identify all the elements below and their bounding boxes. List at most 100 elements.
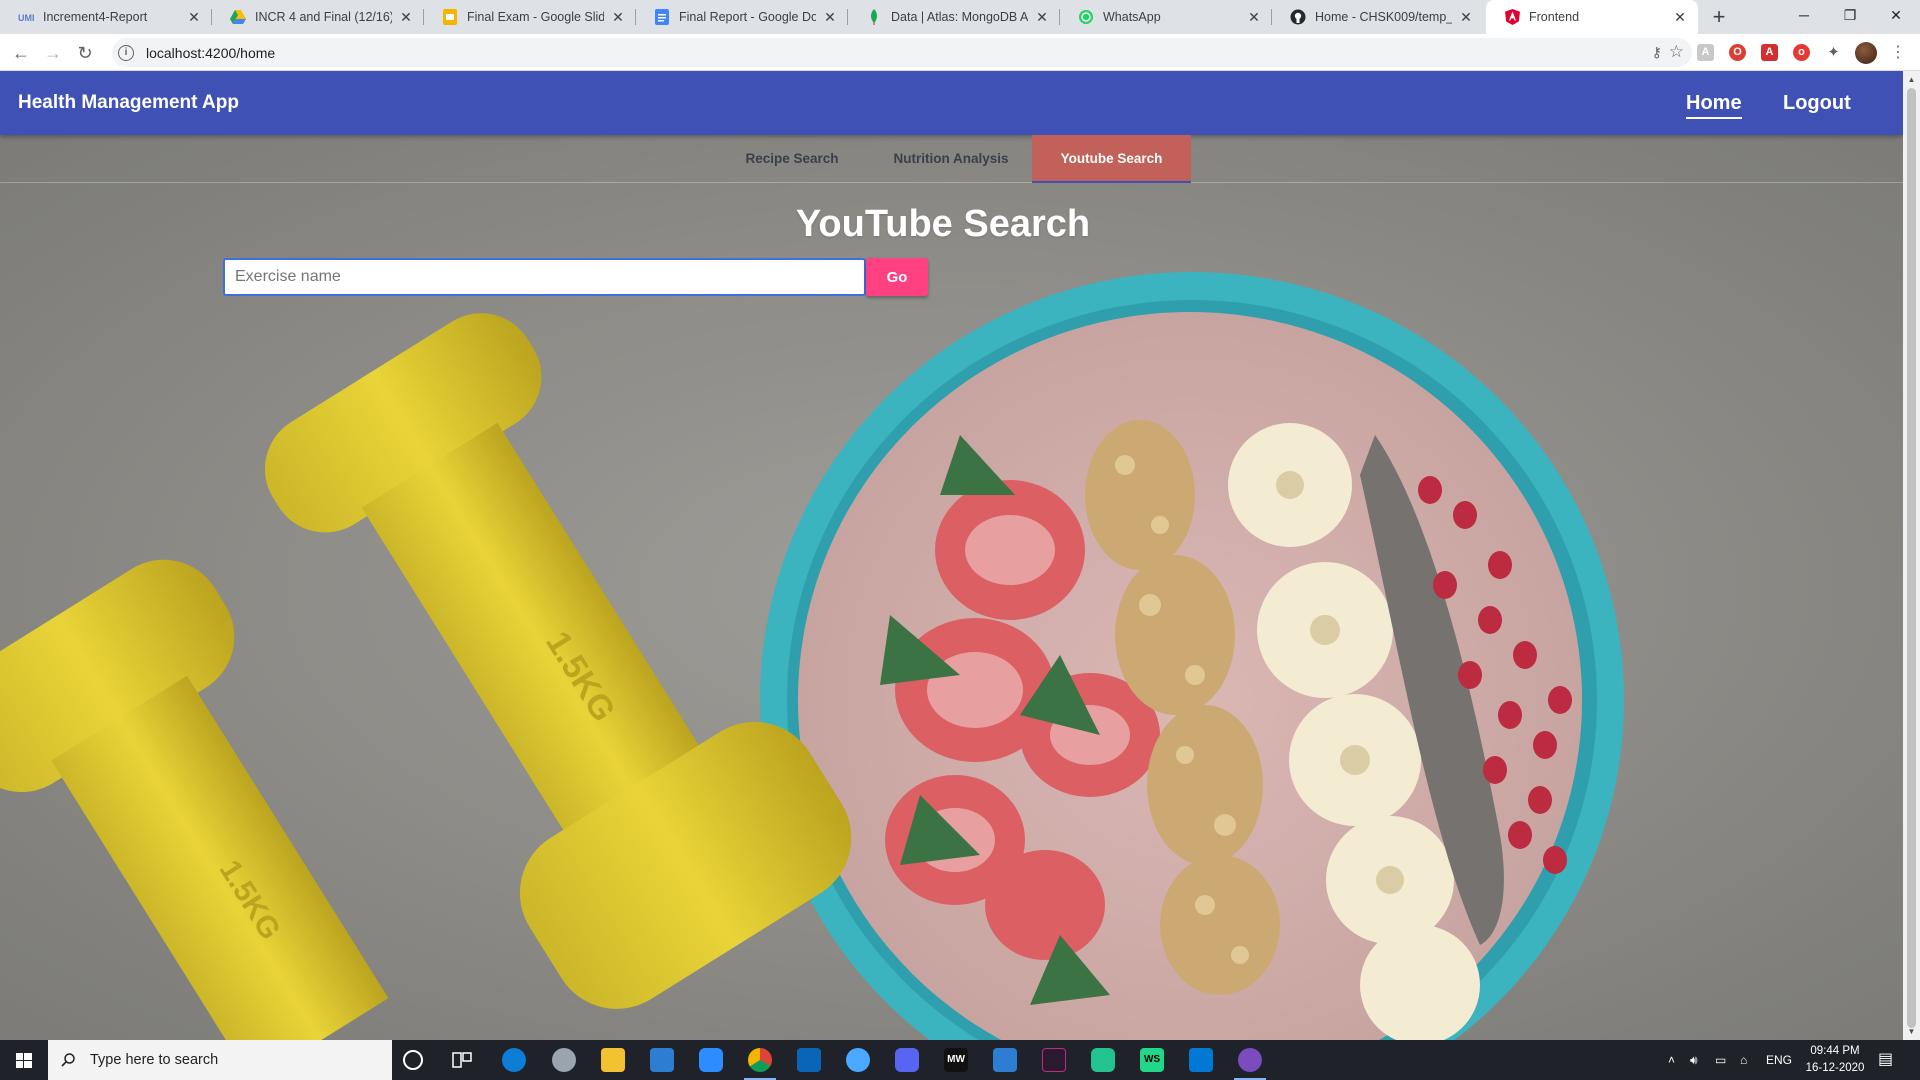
mail-icon[interactable]: [993, 1048, 1017, 1072]
teams-icon[interactable]: [1091, 1048, 1115, 1072]
svg-text:UMKC: UMKC: [18, 13, 34, 23]
opera-extension-icon[interactable]: O: [1729, 44, 1746, 61]
site-info-icon[interactable]: i: [118, 44, 134, 61]
search-icon: [61, 1053, 75, 1067]
page-title: YouTube Search: [795, 203, 1091, 245]
close-tab-icon[interactable]: ✕: [1246, 9, 1262, 25]
adblock-extension-icon[interactable]: o: [1793, 44, 1810, 61]
close-tab-icon[interactable]: ✕: [1034, 9, 1050, 25]
discord-icon[interactable]: [895, 1048, 919, 1072]
close-tab-icon[interactable]: ✕: [398, 9, 414, 25]
input-language-indicator[interactable]: ENG: [1766, 1040, 1792, 1080]
tab-title: Increment4-Report: [43, 10, 148, 24]
windows-taskbar: Type here to search MW WS ˄ 🔊︎ ▭ ⌂ ENG 0…: [0, 1040, 1920, 1080]
google-slides-icon: [442, 9, 458, 25]
notifications-icon[interactable]: ▤: [1878, 1040, 1893, 1080]
browser-tab-strip: UMKC Increment4-Report ✕ INCR 4 and Fina…: [0, 0, 1920, 34]
angular-icon: [1504, 9, 1520, 25]
show-hidden-icons-icon[interactable]: ˄: [1668, 1040, 1675, 1080]
webstorm-icon[interactable]: WS: [1140, 1048, 1164, 1072]
new-tab-button[interactable]: +: [1706, 4, 1732, 30]
reload-button[interactable]: ↻: [73, 41, 97, 65]
minimize-window-button[interactable]: ─: [1781, 0, 1827, 30]
windows-logo-icon: [16, 1053, 32, 1068]
mongodb-leaf-icon: [866, 9, 882, 25]
close-window-button[interactable]: ✕: [1873, 0, 1919, 30]
network-icon[interactable]: ⌂: [1740, 1040, 1747, 1080]
outlook-icon[interactable]: [797, 1048, 821, 1072]
go-button[interactable]: Go: [866, 258, 928, 296]
close-tab-icon[interactable]: ✕: [1458, 9, 1474, 25]
taskbar-search-box[interactable]: Type here to search: [48, 1040, 392, 1080]
chrome-icon[interactable]: [744, 1048, 776, 1080]
tab-title: INCR 4 and Final (12/16) - G: [255, 10, 392, 24]
browser-tab-final-report-docs[interactable]: Final Report - Google Docs ✕: [636, 0, 848, 34]
nav-logout-link[interactable]: Logout: [1783, 71, 1851, 135]
mongodb-compass-icon[interactable]: MW: [944, 1048, 968, 1072]
extensions-puzzle-icon[interactable]: ✦: [1825, 44, 1842, 61]
whatsapp-icon: [1078, 9, 1094, 25]
close-tab-icon[interactable]: ✕: [186, 9, 202, 25]
app-viewport: 1.5KG 1.5KG Health Management App Home L…: [0, 71, 1903, 1040]
browser-tab-final-exam-slides[interactable]: Final Exam - Google Slides ✕: [424, 0, 636, 34]
volume-icon[interactable]: 🔊︎: [1690, 1040, 1698, 1080]
restore-window-button[interactable]: ❐: [1827, 0, 1873, 30]
tab-title: Data | Atlas: MongoDB Atla: [891, 10, 1028, 24]
scroll-up-icon[interactable]: ▲: [1903, 71, 1920, 88]
browser-tab-mongodb-atlas[interactable]: Data | Atlas: MongoDB Atla ✕: [848, 0, 1060, 34]
close-tab-icon[interactable]: ✕: [1672, 9, 1688, 25]
key-icon[interactable]: ⚷: [1652, 44, 1662, 61]
browser-tab-frontend[interactable]: Frontend ✕: [1486, 0, 1698, 34]
start-button[interactable]: [0, 1040, 48, 1080]
task-view-icon[interactable]: [450, 1048, 474, 1072]
tab-title: Home - CHSK009/temp_gro: [1315, 10, 1452, 24]
bookmark-star-icon[interactable]: ☆: [1669, 42, 1684, 62]
app-brand-title[interactable]: Health Management App: [18, 71, 239, 135]
youtube-search-form: Go: [223, 258, 928, 296]
umkc-icon: UMKC: [18, 9, 34, 25]
github-icon: [1290, 9, 1306, 25]
tab-youtube-search[interactable]: Youtube Search: [1032, 135, 1191, 183]
cortana-icon[interactable]: [403, 1050, 423, 1070]
browser-tab-incr4[interactable]: INCR 4 and Final (12/16) - G ✕: [212, 0, 424, 34]
scrollbar-thumb[interactable]: [1907, 88, 1916, 1028]
url-text[interactable]: localhost:4200/home: [146, 45, 275, 61]
tab-nutrition-analysis[interactable]: Nutrition Analysis: [872, 135, 1030, 183]
edge-browser-icon[interactable]: [502, 1048, 526, 1072]
screen-recorder-icon[interactable]: [1234, 1048, 1266, 1080]
browser-tab-increment4-report[interactable]: UMKC Increment4-Report ✕: [0, 0, 212, 34]
scroll-down-icon[interactable]: ▼: [1903, 1023, 1920, 1040]
extension-icon[interactable]: A: [1697, 44, 1714, 61]
vscode-insiders-icon[interactable]: [1042, 1048, 1066, 1072]
nav-home-link[interactable]: Home: [1686, 71, 1742, 135]
visual-studio-code-icon[interactable]: [1189, 1048, 1213, 1072]
tab-title: Final Report - Google Docs: [679, 10, 816, 24]
battery-icon[interactable]: ▭: [1715, 1040, 1726, 1080]
close-tab-icon[interactable]: ✕: [822, 9, 838, 25]
google-drive-icon: [230, 9, 246, 25]
address-bar[interactable]: i localhost:4200/home ⚷ ☆: [112, 38, 1692, 67]
back-button[interactable]: ←: [9, 41, 33, 65]
pdf-extension-icon[interactable]: A: [1761, 44, 1778, 61]
browser-tab-github[interactable]: Home - CHSK009/temp_gro ✕: [1272, 0, 1484, 34]
browser-toolbar: ← → ↻ i localhost:4200/home ⚷ ☆ A O A o …: [0, 34, 1920, 71]
exercise-name-input[interactable]: [223, 258, 866, 296]
chrome-menu-icon[interactable]: ⋮: [1890, 42, 1906, 64]
microsoft-store-icon[interactable]: [650, 1048, 674, 1072]
system-clock[interactable]: 09:44 PM 16-12-2020: [1790, 1043, 1880, 1077]
browser-tab-whatsapp[interactable]: WhatsApp ✕: [1060, 0, 1272, 34]
snipping-tool-icon[interactable]: [552, 1048, 576, 1072]
tab-title: Final Exam - Google Slides: [467, 10, 604, 24]
signal-icon[interactable]: [846, 1048, 870, 1072]
close-tab-icon[interactable]: ✕: [610, 9, 626, 25]
forward-button[interactable]: →: [41, 41, 65, 65]
taskbar-search-placeholder: Type here to search: [90, 1052, 219, 1068]
page-scrollbar[interactable]: ▲ ▼: [1903, 71, 1920, 1040]
zoom-icon[interactable]: [699, 1048, 723, 1072]
tab-title: Frontend: [1529, 10, 1580, 24]
google-docs-icon: [654, 9, 670, 25]
feature-tab-bar: Recipe Search Nutrition Analysis Youtube…: [0, 135, 1903, 183]
profile-avatar[interactable]: [1855, 42, 1877, 64]
file-explorer-icon[interactable]: [601, 1048, 625, 1072]
tab-recipe-search[interactable]: Recipe Search: [725, 135, 859, 183]
